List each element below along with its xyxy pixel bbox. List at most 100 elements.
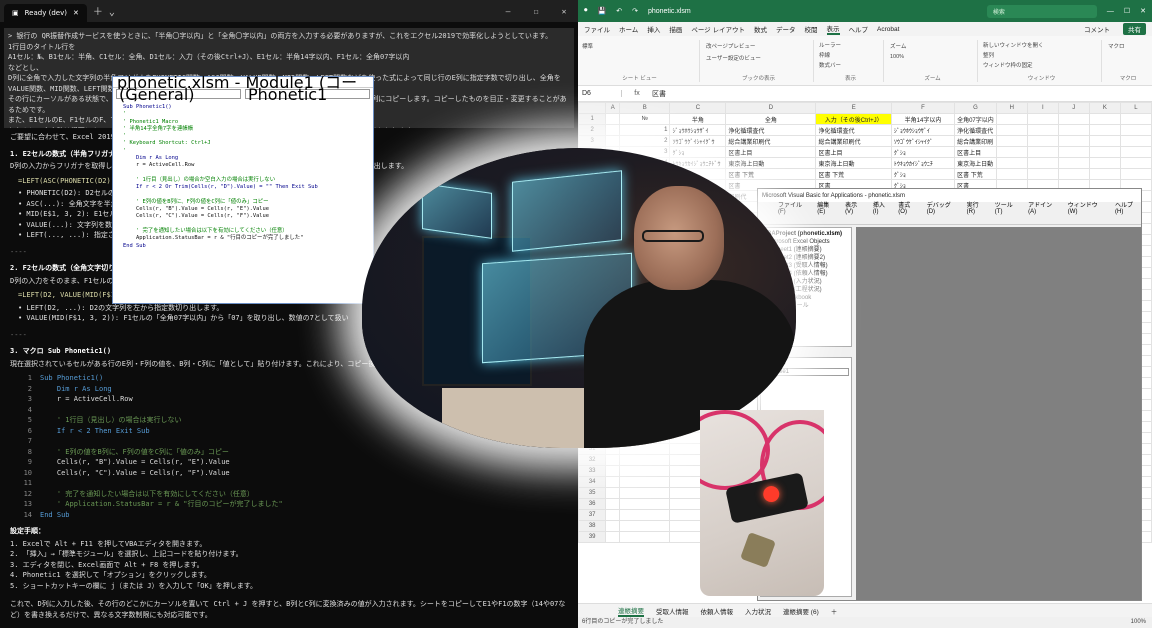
ribbon-tab[interactable]: ファイル — [584, 24, 610, 34]
ribbon-tab[interactable]: ヘルプ — [849, 24, 869, 34]
vba-menu-item[interactable]: ファイル(F) — [778, 200, 809, 215]
cell[interactable] — [1026, 157, 1059, 169]
cell[interactable] — [995, 113, 1028, 125]
save-icon[interactable]: 💾 — [598, 7, 607, 15]
column-header[interactable]: I — [1026, 102, 1059, 114]
macro-button[interactable]: マクロ — [1106, 40, 1150, 52]
column-header[interactable]: D — [725, 102, 817, 114]
minimize-icon[interactable]: — — [494, 2, 522, 22]
cell[interactable] — [1119, 146, 1152, 158]
cell[interactable] — [605, 465, 621, 477]
maximize-icon[interactable]: ☐ — [1124, 7, 1130, 15]
cell[interactable]: 半角 — [669, 113, 727, 125]
fx-icon[interactable]: fx — [622, 90, 652, 97]
cell[interactable] — [1119, 113, 1152, 125]
cell[interactable]: 全角07字以内 — [954, 113, 997, 125]
share-button[interactable]: 共有 — [1123, 23, 1146, 35]
row-header[interactable]: 38 — [578, 520, 607, 532]
cell[interactable] — [605, 113, 621, 125]
ribbon-tab[interactable]: 描画 — [669, 24, 682, 34]
ribbon-item[interactable]: ウィンドウ枠の固定 — [982, 60, 1101, 70]
ribbon-item[interactable]: 標準 — [580, 40, 699, 52]
cell[interactable] — [605, 135, 621, 147]
cell[interactable] — [1088, 124, 1121, 136]
cell[interactable] — [605, 498, 621, 510]
cell[interactable]: ｿｳｺﾞｳｹﾞｲｼｬｲｸﾞｳ — [669, 135, 727, 147]
cell[interactable] — [1057, 135, 1090, 147]
cell[interactable] — [1057, 113, 1090, 125]
cell[interactable]: 区書上目 — [815, 146, 892, 158]
sheet-tab[interactable]: 連帳摘要 — [618, 605, 644, 617]
cell[interactable] — [1026, 146, 1059, 158]
cell[interactable]: 2 — [619, 135, 671, 147]
row-header[interactable]: 39 — [578, 531, 607, 543]
object-combo[interactable]: (General) — [116, 87, 241, 103]
terminal-tab[interactable]: ▣ Ready (dev) ✕ — [4, 4, 87, 22]
name-box[interactable]: D6 — [578, 90, 622, 97]
cell[interactable]: 区書上目 — [954, 146, 997, 158]
cell[interactable]: 区書上目 — [725, 146, 817, 158]
row-header[interactable]: 2 — [578, 124, 607, 136]
cell[interactable]: ｸﾞｼｮ — [890, 168, 956, 180]
cell[interactable] — [1088, 157, 1121, 169]
cell[interactable] — [1088, 168, 1121, 180]
cell[interactable] — [619, 520, 671, 532]
sheet-tab[interactable]: 入力状況 — [745, 606, 771, 616]
comment-button[interactable]: コメント — [1084, 24, 1110, 34]
cell[interactable] — [605, 531, 621, 543]
cell[interactable] — [605, 476, 621, 488]
cell[interactable]: 総合講業印刷代 — [725, 135, 817, 147]
cell[interactable] — [1026, 113, 1059, 125]
vba-menu-item[interactable]: 編集(E) — [817, 200, 837, 215]
column-header[interactable]: F — [890, 102, 956, 114]
cell[interactable] — [619, 465, 671, 477]
cell[interactable] — [1057, 124, 1090, 136]
cell[interactable] — [605, 520, 621, 532]
cell[interactable]: 全角 — [725, 113, 817, 125]
cell[interactable]: ﾄｳｷｮｳｶｲｼﾞｮｳﾆﾁ — [890, 157, 956, 169]
ribbon-tab[interactable]: Acrobat — [877, 26, 899, 33]
cell[interactable] — [1057, 168, 1090, 180]
close-icon[interactable]: ✕ — [550, 2, 578, 22]
cell[interactable]: 総合講業印刷代 — [815, 135, 892, 147]
cell[interactable]: 区書 下荒 — [815, 168, 892, 180]
vba-menu-item[interactable]: ツール(T) — [995, 200, 1020, 215]
cell[interactable] — [605, 509, 621, 521]
ribbon-tab[interactable]: ページ レイアウト — [691, 24, 745, 34]
sheet-tab[interactable]: 受取人情報 — [656, 606, 689, 616]
cell[interactable] — [619, 531, 671, 543]
cell[interactable] — [619, 476, 671, 488]
cell[interactable] — [605, 124, 621, 136]
ribbon-tab[interactable]: 挿入 — [647, 24, 660, 34]
vba-menu-item[interactable]: 実行(R) — [967, 200, 987, 215]
redo-icon[interactable]: ↷ — [632, 7, 638, 15]
cell[interactable]: 東京海上日動 — [815, 157, 892, 169]
select-all-corner[interactable] — [578, 102, 607, 114]
vba-menu-item[interactable]: 表示(V) — [845, 200, 865, 215]
project-title[interactable]: VBAProject (phonetic.xlsm) — [763, 230, 849, 238]
row-header[interactable]: 35 — [578, 487, 607, 499]
vba-menu-item[interactable]: デバッグ(D) — [927, 200, 959, 215]
cell[interactable] — [605, 454, 621, 466]
cell[interactable] — [619, 509, 671, 521]
ribbon-item[interactable]: ユーザー設定のビュー — [704, 52, 813, 64]
column-header[interactable]: L — [1119, 102, 1152, 114]
ribbon-tab[interactable]: 表示 — [826, 23, 840, 35]
row-header[interactable]: 32 — [578, 454, 607, 466]
maximize-icon[interactable]: ☐ — [522, 2, 550, 22]
cell[interactable] — [619, 454, 671, 466]
row-header[interactable]: 36 — [578, 498, 607, 510]
cell[interactable]: ｿｳｺﾞｳｹﾞｲｼｬｲｸﾞ — [890, 135, 956, 147]
ribbon-tab[interactable]: 校閲 — [805, 24, 818, 34]
cell[interactable] — [619, 498, 671, 510]
cell[interactable]: № — [619, 113, 671, 125]
cell[interactable]: 総合講業印刷 — [954, 135, 997, 147]
undo-icon[interactable]: ↶ — [616, 7, 622, 15]
vba-menu-item[interactable]: アドイン(A) — [1028, 200, 1060, 215]
cell[interactable]: 浄化循環査代 — [725, 124, 817, 136]
cell[interactable] — [1119, 124, 1152, 136]
ribbon-item[interactable]: ズーム — [888, 40, 977, 52]
cell[interactable]: 東京海上日動 — [725, 157, 817, 169]
cell[interactable] — [995, 146, 1028, 158]
cell[interactable] — [605, 487, 621, 499]
